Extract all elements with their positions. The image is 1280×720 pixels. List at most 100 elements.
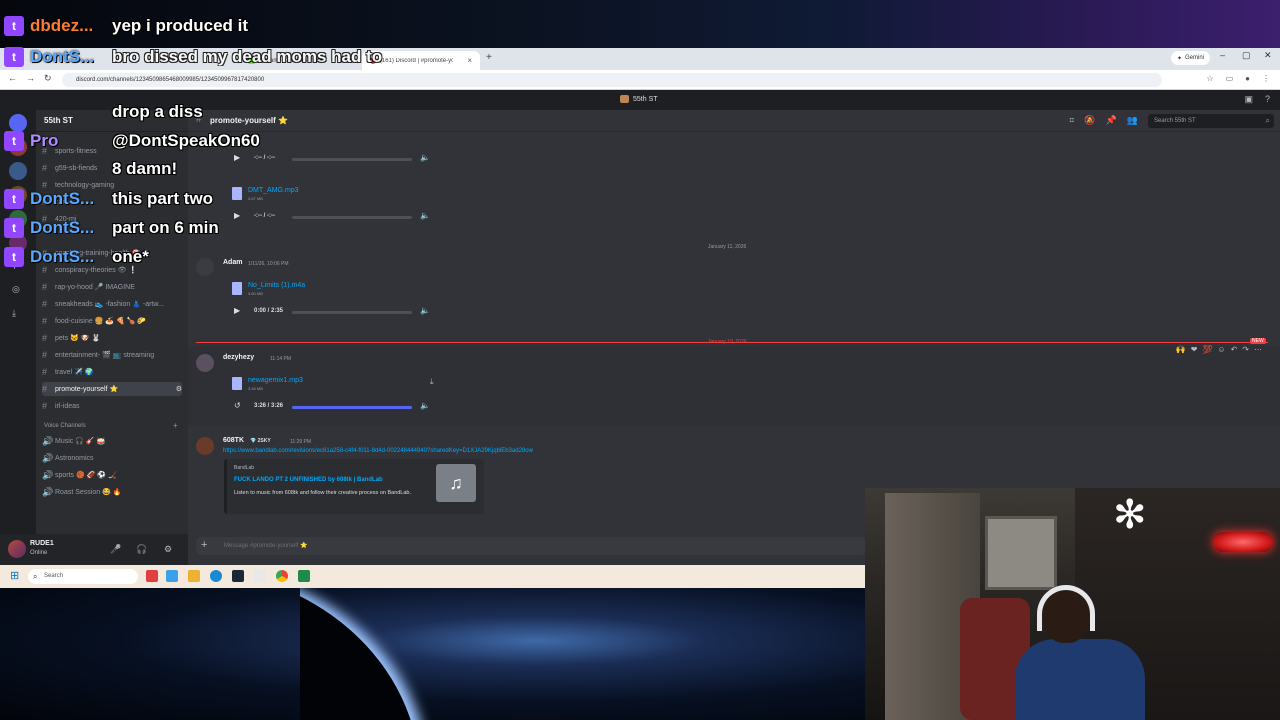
volume-icon[interactable]: 🔈 [420, 153, 430, 162]
app-icon-4[interactable] [298, 570, 310, 582]
help-icon[interactable]: ? [1265, 94, 1270, 105]
audio-time: 3:26 / 3:26 [254, 403, 284, 409]
minimize-icon[interactable]: – [1220, 50, 1225, 60]
attach-plus-icon[interactable]: + [201, 539, 207, 551]
header-icons: ⌗ 🔕 📌 👥 [1069, 115, 1138, 126]
menu-kebab-icon[interactable]: ⋮ [1262, 74, 1270, 83]
headphones-icon[interactable]: 🎧 [136, 544, 147, 555]
app-icon-3[interactable] [254, 570, 266, 582]
volume-icon[interactable]: 🔈 [420, 401, 430, 410]
message-link[interactable]: https://www.bandlab.com/revisions/ec61a2… [223, 448, 533, 454]
app-icon-1[interactable] [146, 570, 158, 582]
channel-food[interactable]: # food-cuisine 🍔 🍝 🍕 🍗 🌮 [42, 314, 182, 328]
channel-entertainment[interactable]: # entertainment- 🎬 📺 streaming [42, 348, 182, 362]
voice-channel-music[interactable]: 🔊 Music 🎧 🎸 🥁 [42, 434, 182, 448]
link-embed: BandLab FUCK LANDO PT 2 UNFINISHED by 60… [224, 459, 484, 514]
add-reaction-icon[interactable]: ☺ [1217, 345, 1225, 354]
sidepanel-icon[interactable]: ▭ [1226, 74, 1234, 83]
channel-rap[interactable]: # rap-yo-hood 🎤 IMAGINE [42, 280, 182, 294]
threads-icon[interactable]: ⌗ [1069, 115, 1074, 126]
reaction-icon[interactable]: 💯 [1202, 345, 1212, 354]
notification-bell-icon[interactable]: 🔕 [1084, 115, 1095, 126]
taskbar-search[interactable]: ⌕ Search [28, 569, 138, 584]
voice-channel-sports[interactable]: 🔊 sports 🏀 🏈 ⚽ 🏒 [42, 468, 182, 482]
headset-icon [1037, 585, 1095, 631]
chrome-icon[interactable] [276, 570, 288, 582]
file-size: 3.94 MB [248, 386, 263, 391]
discover-icon[interactable]: ◎ [12, 284, 20, 295]
file-name[interactable]: No_Limits (1).m4a [248, 282, 305, 289]
audio-seek-bar[interactable] [292, 216, 412, 219]
message-author[interactable]: 608TK [223, 437, 244, 444]
new-badge: NEW [1250, 338, 1266, 344]
search-icon: ⌕ [33, 572, 38, 581]
embed-title[interactable]: FUCK LANDO PT 2 UNFINISHED by 608tk | Ba… [234, 477, 383, 483]
download-icon[interactable]: ⤓ [430, 377, 434, 387]
avatar[interactable] [196, 437, 214, 455]
audio-seek-bar[interactable] [292, 311, 412, 314]
reply-icon[interactable]: ↶ [1231, 345, 1238, 354]
cam-window [985, 516, 1057, 590]
chat-line: t Pro [4, 131, 58, 151]
new-tab-button[interactable]: + [486, 52, 492, 63]
play-icon[interactable]: ▶ [234, 306, 240, 315]
add-voice-channel-icon[interactable]: + [173, 421, 178, 430]
message-author[interactable]: dezyhezy [223, 354, 254, 361]
avatar[interactable] [196, 354, 214, 372]
tab-label: (161) Discord | #promote-yoursel [379, 57, 454, 64]
maximize-icon[interactable]: ▢ [1242, 50, 1251, 61]
replay-icon[interactable]: ↺ [234, 401, 241, 410]
audio-seek-bar[interactable] [292, 406, 412, 409]
pin-icon[interactable]: 📌 [1106, 115, 1117, 126]
hash-icon: # [42, 299, 48, 309]
channel-travel[interactable]: # travel ✈️ 🌍 [42, 365, 182, 379]
red-light [1213, 532, 1273, 552]
audio-seek-bar[interactable] [292, 158, 412, 161]
avatar[interactable] [8, 540, 26, 558]
steam-icon[interactable] [232, 570, 244, 582]
voice-channels-header[interactable]: Voice Channels [44, 423, 86, 429]
channel-irl-ideas[interactable]: # irl-ideas [42, 399, 182, 413]
gemini-button[interactable]: ✦ Gemini [1170, 51, 1210, 65]
volume-icon[interactable]: 🔈 [420, 211, 430, 220]
chat-message: drop a diss [112, 102, 203, 121]
bookmark-star-icon[interactable]: ☆ [1206, 74, 1213, 83]
volume-icon[interactable]: 🔈 [420, 306, 430, 315]
channel-pets[interactable]: # pets 🐱 🐶 🐰 [42, 331, 182, 345]
close-window-icon[interactable]: ✕ [1264, 50, 1272, 61]
file-explorer-icon[interactable] [188, 570, 200, 582]
inbox-icon[interactable]: ▣ [1244, 94, 1253, 105]
chat-username: dbdez... [30, 16, 94, 35]
file-attachment: No_Limits (1).m4a 3.60 MB [228, 280, 438, 302]
chat-header: # promote-yourself ⭐ ⌗ 🔕 📌 👥 Search 55th… [188, 110, 1280, 132]
member-list-icon[interactable]: 👥 [1127, 115, 1138, 126]
user-status: Online [30, 550, 48, 556]
user-settings-icon[interactable]: ⚙ [164, 544, 172, 555]
profile-icon[interactable]: ● [1245, 74, 1250, 83]
channel-promote-yourself[interactable]: # promote-yourself ⭐ ⚙ [42, 382, 182, 396]
close-tab-icon[interactable]: × [467, 56, 472, 65]
download-icon[interactable]: ⤓ [12, 308, 16, 319]
windows-start-icon[interactable]: ⊞ [10, 571, 21, 582]
voice-channel-roast[interactable]: 🔊 Roast Session 😂 🔥 [42, 485, 182, 499]
more-icon[interactable]: ⋯ [1254, 345, 1262, 354]
chat-message: this part two [112, 189, 214, 208]
message-composer[interactable]: + Message #promote-yourself ⭐ [196, 537, 866, 555]
chat-username: DontS... [30, 247, 95, 266]
planet-image [300, 588, 460, 720]
chat-line: t DontS... [4, 218, 94, 238]
channel-settings-icon[interactable]: ⚙ [176, 385, 182, 393]
voice-channel-astronomics[interactable]: 🔊 Astronomics [42, 451, 182, 465]
message-timestamp: 11:14 PM [270, 356, 292, 362]
mute-mic-icon[interactable]: 🎤 [110, 544, 121, 555]
file-name[interactable]: newagemix1.mp3 [248, 377, 303, 384]
channel-sneakheads[interactable]: # sneakheads 👟 -fashion 👗 -artw... [42, 297, 182, 311]
reaction-raised-hands-icon[interactable]: 🙌 [1176, 345, 1186, 354]
audio-player: ↺ 3:26 / 3:26 🔈 [224, 400, 434, 414]
audio-player: ▶ 0:00 / 2:35 🔈 [224, 305, 434, 319]
forward-icon[interactable]: ↷ [1242, 345, 1249, 354]
search-input[interactable]: Search 55th ST ⌕ [1148, 114, 1274, 128]
app-icon-2[interactable] [166, 570, 178, 582]
reaction-heart-icon[interactable]: ❤ [1191, 345, 1198, 354]
edge-icon[interactable] [210, 570, 222, 582]
